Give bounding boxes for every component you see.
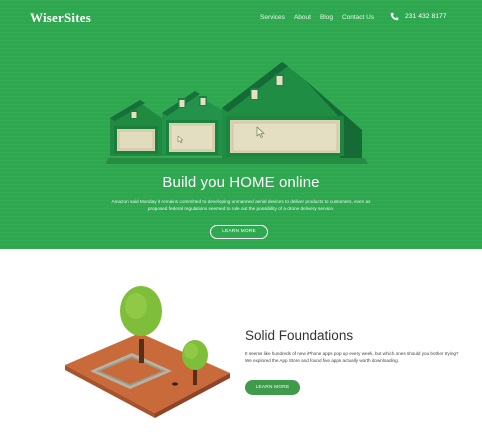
- nav-link-about[interactable]: About: [294, 14, 311, 21]
- hero-title: Build you HOME online: [162, 174, 320, 191]
- nav-link-contact[interactable]: Contact Us: [342, 14, 374, 21]
- feature-description: It seems like hundreds of new iPhone app…: [245, 351, 459, 363]
- phone-number: 231 432 8177: [405, 13, 447, 20]
- logo[interactable]: WiserSites: [30, 10, 91, 26]
- phone-icon: [390, 12, 399, 21]
- hero-description: Amazon said Monday it remains committed …: [111, 199, 371, 211]
- hero-section: WiserSites Services About Blog Contact U…: [0, 0, 482, 249]
- feature-learn-more-button[interactable]: LEARN MORE: [245, 380, 300, 395]
- hero-learn-more-button[interactable]: LEARN MORE: [210, 225, 268, 239]
- foundation-illustration: [65, 286, 230, 418]
- houses-illustration: [106, 62, 368, 164]
- top-nav: WiserSites Services About Blog Contact U…: [0, 0, 482, 36]
- nav-link-blog[interactable]: Blog: [320, 14, 333, 21]
- feature-title: Solid Foundations: [245, 328, 354, 343]
- nav-links: Services About Blog Contact Us: [260, 14, 383, 21]
- nav-link-services[interactable]: Services: [260, 14, 285, 21]
- features-section: Solid Foundations It seems like hundreds…: [0, 249, 482, 440]
- phone-contact[interactable]: 231 432 8177: [390, 12, 447, 21]
